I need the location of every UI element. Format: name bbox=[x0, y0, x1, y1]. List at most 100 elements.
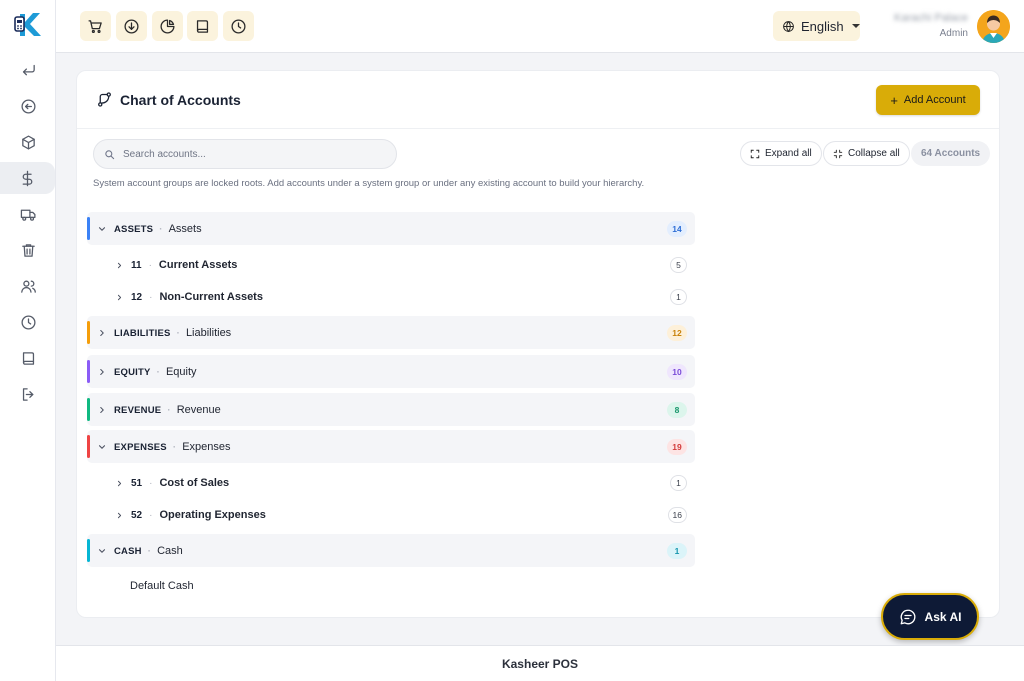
group-color-bar bbox=[87, 321, 90, 344]
dollar-icon[interactable] bbox=[0, 162, 55, 194]
trash-icon[interactable] bbox=[0, 234, 56, 266]
count-badge: 19 bbox=[667, 438, 687, 455]
pie-chart-icon[interactable] bbox=[152, 11, 183, 41]
group-code: ASSETS bbox=[114, 223, 154, 235]
group-name: Assets bbox=[168, 222, 202, 235]
chevron-down-icon[interactable] bbox=[97, 224, 107, 234]
hint-text: System account groups are locked roots. … bbox=[93, 178, 645, 189]
chevron-down-icon bbox=[851, 24, 860, 28]
user-role: Admin bbox=[939, 28, 968, 39]
expand-all-label: Expand all bbox=[765, 148, 812, 159]
kasheer-logo[interactable] bbox=[12, 10, 44, 38]
count-badge: 14 bbox=[667, 220, 687, 237]
account-code: 51 bbox=[131, 478, 143, 489]
hierarchy-icon bbox=[96, 91, 113, 108]
count-badge: 8 bbox=[667, 401, 687, 418]
count-badge: 16 bbox=[667, 507, 687, 523]
chart-of-accounts-card: Chart of Accounts + Add Account Expand a… bbox=[76, 70, 1000, 618]
ask-ai-button[interactable]: Ask AI bbox=[881, 593, 979, 640]
expand-icon bbox=[750, 149, 760, 158]
ask-ai-label: Ask AI bbox=[924, 609, 962, 624]
expand-all-button[interactable]: Expand all bbox=[740, 141, 822, 166]
count-badge: 12 bbox=[667, 324, 687, 341]
clock-icon[interactable] bbox=[223, 11, 254, 41]
sidebar bbox=[0, 0, 56, 681]
account-group-assets[interactable]: ASSETS · Assets 14 bbox=[87, 212, 695, 245]
chevron-right-icon[interactable] bbox=[97, 328, 107, 338]
group-color-bar bbox=[87, 539, 90, 562]
account-row-cost-of-sales[interactable]: 51 · Cost of Sales 1 bbox=[87, 469, 695, 497]
user-name: Karachi Palace bbox=[894, 12, 968, 24]
account-code: 11 bbox=[131, 260, 142, 271]
account-group-equity[interactable]: EQUITY · Equity 10 bbox=[87, 355, 695, 388]
truck-icon[interactable] bbox=[0, 198, 56, 230]
book-icon[interactable] bbox=[187, 11, 218, 41]
language-label: English bbox=[801, 18, 844, 34]
book-icon[interactable] bbox=[0, 342, 56, 374]
logout-icon[interactable] bbox=[0, 378, 56, 410]
account-group-liabilities[interactable]: LIABILITIES · Liabilities 12 bbox=[87, 316, 695, 349]
account-code: 52 bbox=[131, 510, 143, 521]
group-color-bar bbox=[87, 217, 90, 240]
card-header: Chart of Accounts + Add Account bbox=[77, 71, 999, 129]
count-badge: 1 bbox=[670, 475, 687, 491]
account-name: Non-Current Assets bbox=[159, 291, 263, 303]
add-account-button[interactable]: + Add Account bbox=[876, 85, 980, 115]
count-badge: 1 bbox=[670, 289, 687, 305]
group-code: EXPENSES bbox=[114, 441, 167, 453]
return-icon[interactable] bbox=[0, 54, 56, 86]
avatar[interactable] bbox=[977, 10, 1010, 43]
group-name: Cash bbox=[157, 544, 183, 557]
users-icon[interactable] bbox=[0, 270, 56, 302]
top-bar: English Karachi Palace Admin bbox=[56, 0, 1024, 53]
chevron-right-icon[interactable] bbox=[115, 511, 124, 520]
footer: Kasheer POS bbox=[56, 645, 1024, 681]
group-name: Liabilities bbox=[185, 326, 232, 339]
account-row-default-cash[interactable]: Default Cash bbox=[130, 580, 194, 592]
footer-brand: Kasheer POS bbox=[501, 656, 579, 671]
account-row-current-assets[interactable]: 11 · Current Assets 5 bbox=[87, 251, 695, 279]
account-group-expenses[interactable]: EXPENSES · Expenses 19 bbox=[87, 430, 695, 463]
group-color-bar bbox=[87, 435, 90, 458]
account-group-cash[interactable]: CASH · Cash 1 bbox=[87, 534, 695, 567]
account-row-operating-expenses[interactable]: 52 · Operating Expenses 16 bbox=[87, 501, 695, 529]
search-icon bbox=[105, 149, 115, 159]
search-input[interactable] bbox=[123, 148, 383, 160]
count-badge: 10 bbox=[667, 363, 687, 380]
collapse-icon bbox=[833, 149, 843, 158]
chevron-right-icon[interactable] bbox=[115, 479, 124, 488]
chevron-right-icon[interactable] bbox=[97, 367, 107, 377]
box-icon[interactable] bbox=[0, 126, 56, 158]
back-circle-icon[interactable] bbox=[0, 90, 56, 122]
cart-icon[interactable] bbox=[80, 11, 111, 41]
account-group-revenue[interactable]: REVENUE · Revenue 8 bbox=[87, 393, 695, 426]
globe-icon bbox=[783, 20, 794, 32]
account-name: Operating Expenses bbox=[159, 509, 266, 521]
download-icon[interactable] bbox=[116, 11, 147, 41]
group-code: REVENUE bbox=[114, 404, 162, 416]
group-name: Revenue bbox=[176, 403, 221, 416]
language-selector[interactable]: English bbox=[773, 11, 860, 41]
chat-icon bbox=[900, 609, 916, 624]
chevron-down-icon[interactable] bbox=[97, 442, 107, 452]
accounts-count-badge: 64 Accounts bbox=[911, 141, 991, 166]
chevron-right-icon[interactable] bbox=[115, 293, 124, 302]
account-code: 12 bbox=[131, 292, 143, 303]
chevron-down-icon[interactable] bbox=[97, 546, 107, 556]
count-badge: 1 bbox=[667, 542, 687, 559]
search-box[interactable] bbox=[93, 139, 397, 169]
chevron-right-icon[interactable] bbox=[97, 405, 107, 415]
group-name: Expenses bbox=[182, 440, 231, 453]
group-code: CASH bbox=[114, 545, 142, 557]
plus-icon: + bbox=[890, 92, 898, 108]
group-name: Equity bbox=[165, 365, 197, 378]
account-row-non-current-assets[interactable]: 12 · Non-Current Assets 1 bbox=[87, 283, 695, 311]
add-account-label: Add Account bbox=[903, 94, 966, 106]
page-title: Chart of Accounts bbox=[120, 92, 241, 108]
clock-icon[interactable] bbox=[0, 306, 56, 338]
collapse-all-button[interactable]: Collapse all bbox=[823, 141, 910, 166]
group-color-bar bbox=[87, 398, 90, 421]
chevron-right-icon[interactable] bbox=[115, 261, 124, 270]
collapse-all-label: Collapse all bbox=[848, 148, 900, 159]
group-code: EQUITY bbox=[114, 366, 151, 378]
